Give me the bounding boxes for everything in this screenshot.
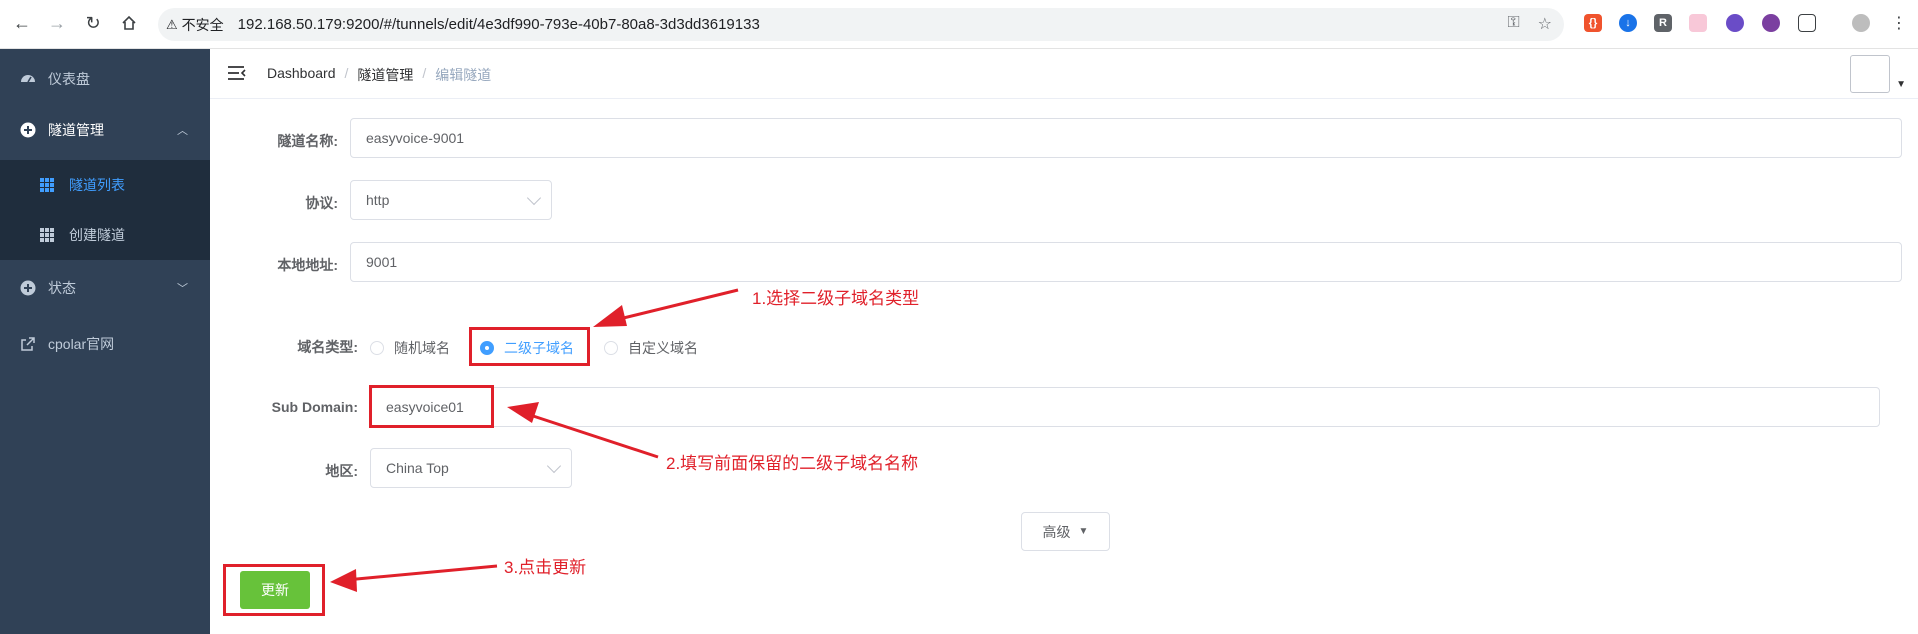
local-address-input[interactable]: 9001: [350, 242, 1902, 282]
forward-icon[interactable]: →: [46, 12, 68, 34]
sidebar-item-cpolar-site[interactable]: cpolar官网: [0, 316, 210, 372]
insecure-label: 不安全: [181, 16, 224, 33]
radio-random-domain[interactable]: 随机域名: [370, 338, 450, 358]
sidebar-item-tunnel-list[interactable]: 隧道列表: [0, 160, 210, 210]
region-select[interactable]: China Top: [370, 448, 572, 488]
external-link-icon: [21, 337, 35, 351]
address-bar[interactable]: ⚠ 不安全 192.168.50.179:9200/#/tunnels/edit…: [158, 8, 1564, 41]
plus-circle-icon: [20, 122, 36, 138]
plus-circle-icon: [20, 280, 36, 296]
breadcrumb-separator: /: [422, 65, 427, 81]
radio-label: 随机域名: [394, 340, 450, 356]
annotation-box-subdomain-radio: [469, 327, 590, 366]
chevron-down-icon: ﹀: [177, 283, 188, 295]
extension-icon[interactable]: [1762, 14, 1780, 32]
sidebar-item-dashboard[interactable]: 仪表盘: [0, 51, 210, 107]
domain-type-label: 域名类型:: [297, 339, 358, 355]
caret-down-icon[interactable]: ▼: [1896, 79, 1906, 90]
breadcrumb: Dashboard / 隧道管理 / 编辑隧道: [267, 65, 491, 85]
table-icon: [40, 178, 54, 192]
browser-toolbar: ← → ↻ ⚠ 不安全 192.168.50.179:9200/#/tunnel…: [0, 0, 1918, 49]
breadcrumb-edit-tunnel: 编辑隧道: [435, 67, 492, 83]
chevron-down-icon: [526, 190, 542, 206]
avatar[interactable]: [1850, 55, 1890, 93]
protocol-select[interactable]: http: [350, 180, 552, 220]
chevron-down-icon: [546, 458, 562, 474]
annotation-box-subdomain-input: [369, 385, 494, 428]
reload-icon[interactable]: ↻: [82, 12, 104, 34]
annotation-step2: 2.填写前面保留的二级子域名名称: [666, 454, 919, 473]
region-value: China Top: [386, 460, 449, 476]
sidebar-item-label: 创建隧道: [69, 227, 125, 243]
radio-circle: [370, 341, 384, 355]
back-icon[interactable]: ←: [11, 12, 33, 34]
sidebar-item-create-tunnel[interactable]: 创建隧道: [0, 210, 210, 260]
protocol-value: http: [366, 192, 390, 208]
sub-domain-label: Sub Domain:: [271, 399, 358, 415]
star-icon[interactable]: ☆: [1538, 14, 1552, 34]
annotation-box-update-button: [223, 564, 325, 616]
key-icon[interactable]: ⚿: [1507, 14, 1519, 34]
extension-icon[interactable]: [1726, 14, 1744, 32]
sidebar-item-tunnel-management[interactable]: 隧道管理 ︿: [0, 102, 210, 158]
radio-circle: [604, 341, 618, 355]
caret-down-icon: ▼: [1078, 526, 1089, 537]
reader-extension-icon[interactable]: R: [1654, 14, 1672, 32]
top-header: Dashboard / 隧道管理 / 编辑隧道 ▼: [210, 49, 1918, 99]
local-address-label: 本地地址:: [277, 257, 338, 273]
home-icon[interactable]: [118, 12, 140, 34]
sidebar-item-label: 隧道列表: [69, 177, 125, 193]
sidebar-item-label: cpolar官网: [48, 336, 115, 352]
download-icon[interactable]: ↓: [1619, 14, 1637, 32]
tunnel-name-input[interactable]: easyvoice-9001: [350, 118, 1902, 158]
profile-icon[interactable]: [1852, 14, 1870, 32]
sub-domain-input[interactable]: easyvoice01: [370, 387, 1880, 427]
region-label: 地区:: [325, 463, 358, 479]
radio-custom-domain[interactable]: 自定义域名: [604, 338, 698, 358]
security-warning[interactable]: ⚠ 不安全: [166, 15, 234, 35]
annotation-step3: 3.点击更新: [504, 558, 587, 577]
submenu: 隧道列表 创建隧道: [0, 160, 210, 260]
sidebar-item-label: 仪表盘: [48, 71, 90, 87]
breadcrumb-separator: /: [344, 65, 349, 81]
protocol-label: 协议:: [305, 195, 338, 211]
puzzle-icon[interactable]: [1798, 14, 1816, 32]
arrow-step3: [330, 564, 498, 592]
chevron-up-icon: ︿: [177, 125, 188, 137]
radio-label: 自定义域名: [628, 340, 698, 356]
sidebar: 仪表盘 隧道管理 ︿ 隧道列表 创建隧道 状态 ﹀ cpolar官网: [0, 49, 210, 634]
table-icon: [40, 228, 54, 242]
dashboard-icon: [21, 75, 35, 83]
sidebar-item-status[interactable]: 状态 ﹀: [0, 260, 210, 316]
advanced-label: 高级: [1042, 523, 1071, 540]
annotation-step1: 1.选择二级子域名类型: [752, 289, 920, 308]
advanced-button[interactable]: 高级 ▼: [1021, 512, 1110, 551]
extension-icon[interactable]: [1689, 14, 1707, 32]
breadcrumb-dashboard[interactable]: Dashboard: [267, 65, 336, 85]
extension-icon[interactable]: {}: [1584, 14, 1602, 32]
tunnel-name-label: 隧道名称:: [277, 133, 338, 149]
hamburger-icon[interactable]: [228, 65, 246, 81]
sidebar-item-label: 隧道管理: [48, 122, 104, 138]
arrow-step1: [593, 288, 739, 327]
breadcrumb-tunnel-management[interactable]: 隧道管理: [357, 65, 413, 85]
warning-icon: ⚠: [166, 16, 178, 32]
sidebar-item-label: 状态: [48, 280, 76, 296]
url-text: 192.168.50.179:9200/#/tunnels/edit/4e3df…: [237, 16, 760, 33]
menu-dots-icon[interactable]: ⋮: [1888, 12, 1910, 34]
